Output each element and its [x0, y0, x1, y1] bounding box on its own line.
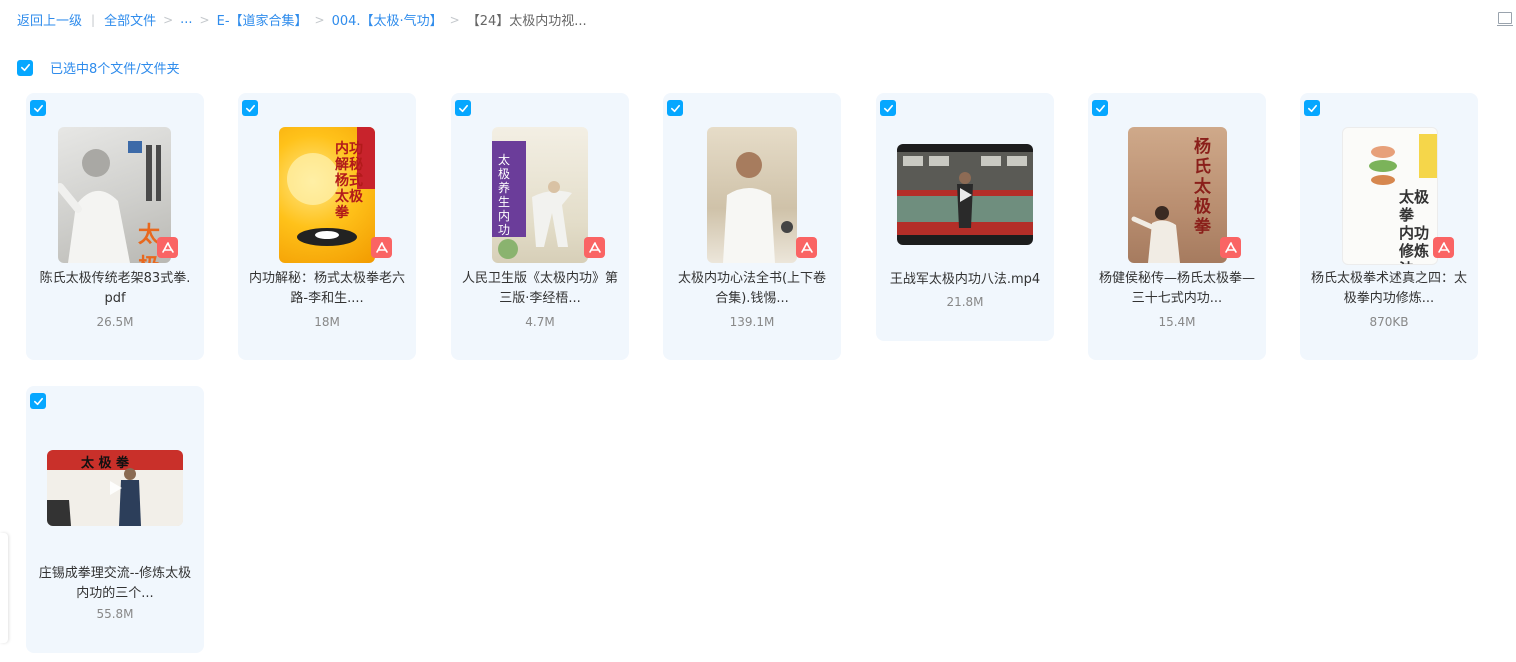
- file-thumbnail: 太极养生内功: [492, 127, 588, 263]
- chevron-right-icon: >: [314, 12, 325, 27]
- breadcrumb-ellipsis[interactable]: ...: [180, 12, 192, 27]
- chevron-right-icon: >: [163, 12, 174, 27]
- check-icon: [245, 104, 255, 112]
- file-size: 870KB: [1369, 315, 1409, 329]
- file-checkbox[interactable]: [880, 100, 896, 116]
- file-name[interactable]: 内功解秘：杨式太极拳老六 路-李和生....: [246, 269, 408, 309]
- file-card[interactable]: 太极养生内功 人民卫生版《太极内功》第 三版·李经梧... 4.7M: [451, 93, 629, 360]
- file-card[interactable]: 太极拳 内功修炼法 杨氏太极拳术述真之四：太极拳内功修炼... 870KB: [1300, 93, 1478, 360]
- top-bar: 返回上一级 | 全部文件 > ... > E-【道家合集】 > 004.【太极·…: [0, 0, 1516, 38]
- chevron-right-icon: >: [199, 12, 210, 27]
- file-size: 26.5M: [96, 315, 134, 329]
- file-checkbox[interactable]: [455, 100, 471, 116]
- file-checkbox[interactable]: [1304, 100, 1320, 116]
- check-icon: [883, 104, 893, 112]
- file-thumbnail: [707, 127, 797, 263]
- file-card[interactable]: 太极 陈氏太极传统老架83式拳.pdf 26.5M: [26, 93, 204, 360]
- banner-text: 太 极 拳: [81, 456, 130, 471]
- selection-count: 已选中8个文件/文件夹: [50, 62, 180, 77]
- file-checkbox[interactable]: [1092, 100, 1108, 116]
- file-checkbox[interactable]: [30, 100, 46, 116]
- pdf-icon: [1220, 237, 1241, 258]
- breadcrumb-level2[interactable]: 004.【太极·气功】: [332, 10, 443, 29]
- file-card[interactable]: 王战军太极内功八法.mp4 21.8M: [876, 93, 1054, 341]
- side-panel-handle[interactable]: [0, 533, 8, 643]
- file-name[interactable]: 陈氏太极传统老架83式拳. pdf: [34, 269, 196, 309]
- breadcrumb-all-files[interactable]: 全部文件: [104, 10, 156, 29]
- check-icon: [20, 63, 30, 72]
- file-checkbox[interactable]: [242, 100, 258, 116]
- chevron-right-icon: >: [449, 12, 460, 27]
- select-all-checkbox[interactable]: [17, 59, 33, 76]
- play-icon[interactable]: [105, 478, 125, 498]
- breadcrumb-divider: |: [91, 12, 96, 27]
- cover-title: 太极养生内功: [498, 153, 511, 237]
- check-icon: [458, 104, 468, 112]
- breadcrumb-level1[interactable]: E-【道家合集】: [217, 10, 308, 29]
- pdf-icon: [157, 237, 178, 258]
- file-size: 139.1M: [729, 315, 775, 329]
- check-icon: [670, 104, 680, 112]
- pdf-icon: [1433, 237, 1454, 258]
- play-icon[interactable]: [955, 185, 975, 205]
- file-card[interactable]: 杨氏太极拳 杨健侯秘传—杨氏太极拳— 三十七式内功... 15.4M: [1088, 93, 1266, 360]
- cover-title: 内功解秘 杨式太极拳: [335, 141, 363, 221]
- file-checkbox[interactable]: [667, 100, 683, 116]
- file-thumbnail: 太极: [58, 127, 171, 263]
- view-mode-icon[interactable]: [1497, 12, 1513, 26]
- file-name[interactable]: 太极内功心法全书(上下卷 合集).钱惕...: [671, 269, 833, 309]
- pdf-icon: [371, 237, 392, 258]
- file-card[interactable]: 内功解秘 杨式太极拳 内功解秘：杨式太极拳老六 路-李和生.... 18M: [238, 93, 416, 360]
- file-name[interactable]: 杨氏太极拳术述真之四：太 极拳内功修炼...: [1308, 269, 1470, 309]
- pdf-icon: [584, 237, 605, 258]
- file-thumbnail: 太极拳 内功修炼法: [1342, 127, 1438, 265]
- breadcrumb: 返回上一级 | 全部文件 > ... > E-【道家合集】 > 004.【太极·…: [17, 10, 587, 29]
- check-icon: [1095, 104, 1105, 112]
- back-link[interactable]: 返回上一级: [17, 10, 82, 29]
- file-size: 18M: [314, 315, 340, 329]
- cover-title: 杨氏太极拳: [1194, 137, 1211, 237]
- file-size: 55.8M: [96, 607, 134, 621]
- check-icon: [33, 104, 43, 112]
- file-size: 21.8M: [946, 295, 984, 309]
- file-card[interactable]: 太极内功心法全书(上下卷 合集).钱惕... 139.1M: [663, 93, 841, 360]
- check-icon: [33, 397, 43, 405]
- selection-bar: 已选中8个文件/文件夹: [17, 58, 180, 77]
- file-name[interactable]: 杨健侯秘传—杨氏太极拳— 三十七式内功...: [1096, 269, 1258, 309]
- file-name[interactable]: 王战军太极内功八法.mp4: [884, 270, 1046, 290]
- check-icon: [1307, 104, 1317, 112]
- file-size: 4.7M: [525, 315, 555, 329]
- file-size: 15.4M: [1158, 315, 1196, 329]
- file-card[interactable]: 太 极 拳 庄锡成拳理交流--修炼太极 内功的三个... 55.8M: [26, 386, 204, 653]
- file-name[interactable]: 庄锡成拳理交流--修炼太极 内功的三个...: [34, 564, 196, 604]
- file-thumbnail: 杨氏太极拳: [1128, 127, 1227, 263]
- breadcrumb-current: 【24】太极内功视...: [466, 14, 587, 29]
- file-name[interactable]: 人民卫生版《太极内功》第 三版·李经梧...: [459, 269, 621, 309]
- cover-title: 太极拳 内功修炼法: [1399, 188, 1430, 264]
- cover-portrait-icon: [723, 152, 793, 263]
- pdf-icon: [796, 237, 817, 258]
- file-checkbox[interactable]: [30, 393, 46, 409]
- file-thumbnail: 内功解秘 杨式太极拳: [279, 127, 375, 263]
